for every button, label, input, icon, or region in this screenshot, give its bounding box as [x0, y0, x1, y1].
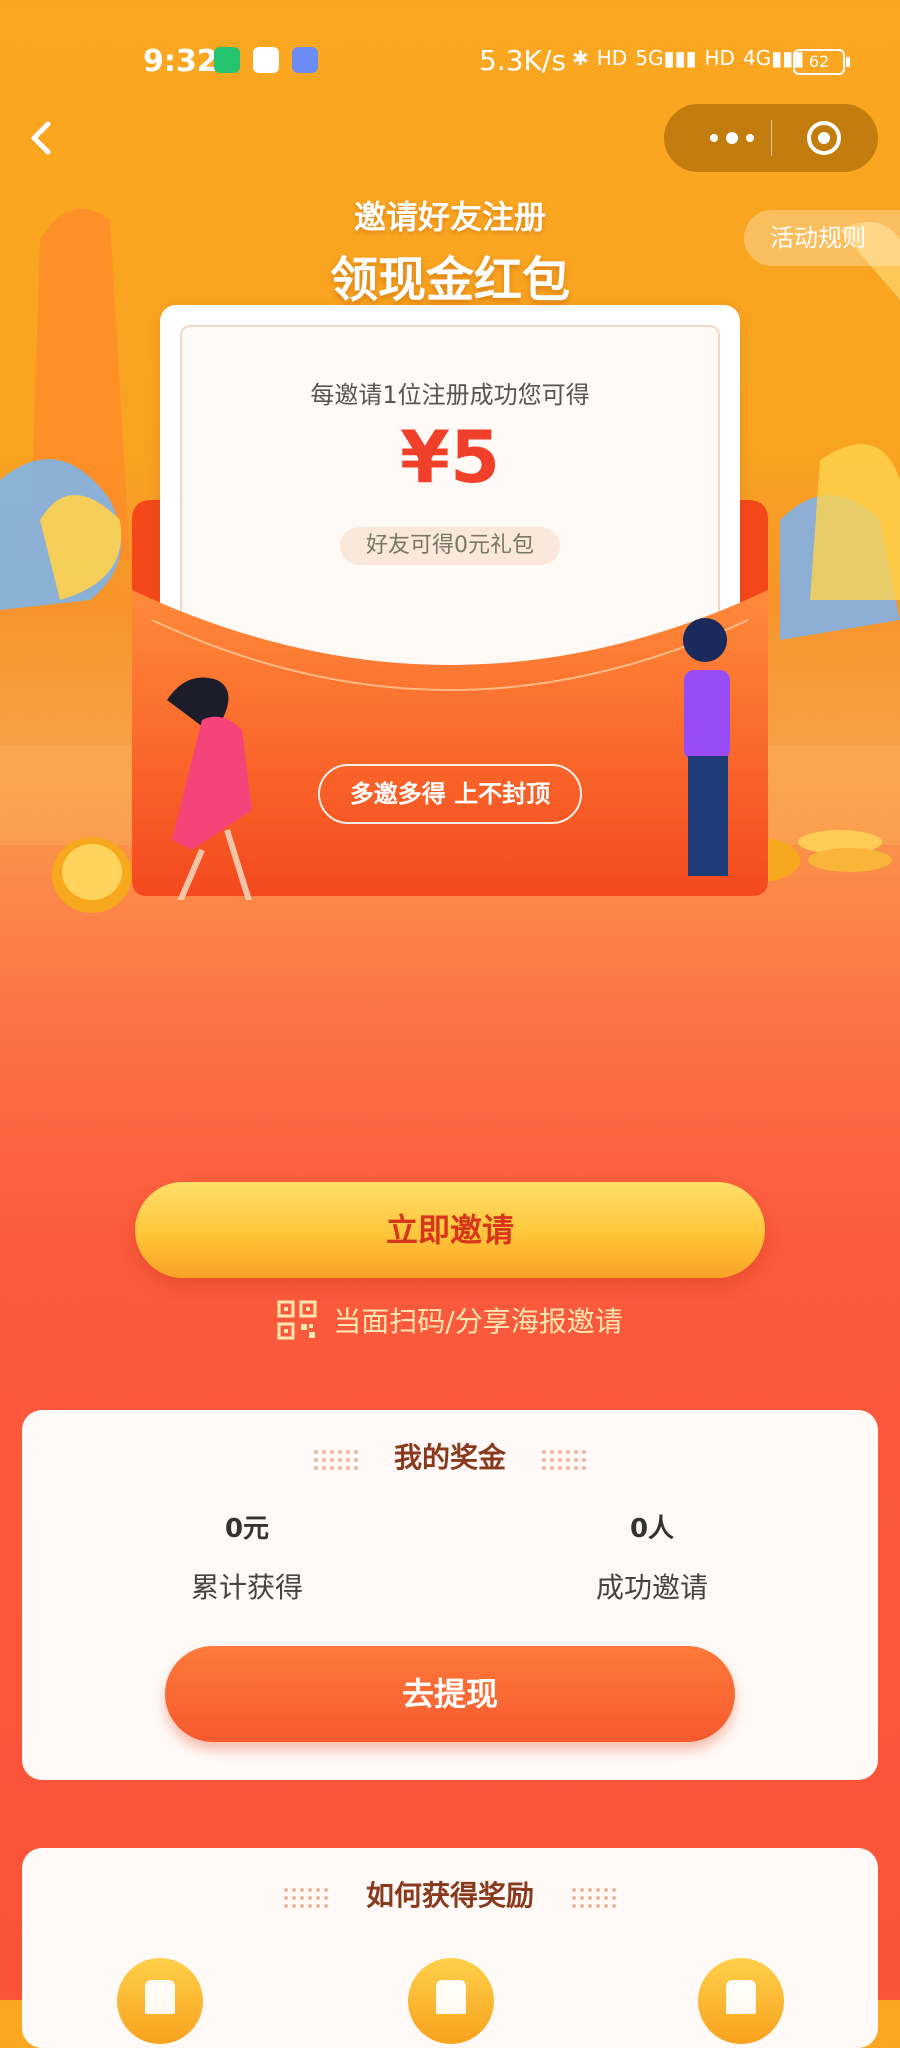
bluetooth-icon: ✱ [572, 46, 589, 70]
5g-signal-icon: 5G▮▮▮ [635, 46, 697, 70]
qr-code-icon [277, 1300, 317, 1340]
page-title-line2: 领现金红包 [329, 252, 570, 308]
successful-invites-label: 成功邀请 [595, 1571, 708, 1604]
more-dots-icon[interactable] [692, 104, 772, 172]
total-earned-label: 累计获得 [190, 1571, 303, 1604]
how-to-earn-title: 如何获得奖励 [365, 1879, 534, 1912]
app-baidu-icon [253, 47, 279, 73]
mini-program-capsule [664, 104, 878, 172]
hd-icon: HD [596, 46, 628, 70]
qr-share-link[interactable]: 当面扫码/分享海报邀请 [0, 1300, 900, 1340]
step-user-icon [117, 1958, 203, 2044]
page-title-line1: 邀请好友注册 [353, 198, 546, 236]
my-bonus-title: 我的奖金 [393, 1441, 506, 1474]
capsule-divider [771, 120, 772, 156]
decorative-dots-icon [572, 1888, 616, 1908]
decorative-dots-icon [542, 1450, 586, 1470]
reward-amount: ¥5 [399, 415, 501, 499]
battery-icon: 62 [793, 49, 850, 75]
target-circle-icon[interactable] [806, 120, 842, 156]
total-earned-value: 0元 [224, 1514, 270, 1544]
status-icons: ✱ HD 5G▮▮▮ HD 4G▮▮▮ [572, 46, 804, 70]
invite-now-button[interactable]: 立即邀请 [135, 1182, 765, 1278]
my-bonus-panel: 我的奖金 0元 累计获得 0人 成功邀请 去提现 [22, 1410, 878, 1780]
status-bar: 9:32 5.3K/s ✱ HD 5G▮▮▮ HD 4G▮▮▮ 62 [0, 0, 900, 120]
how-to-earn-panel: 如何获得奖励 [22, 1848, 878, 2048]
status-time: 9:32 [143, 44, 218, 79]
network-speed: 5.3K/s [479, 44, 566, 77]
reward-subtitle: 每邀请1位注册成功您可得 [310, 381, 590, 409]
qr-share-text: 当面扫码/分享海报邀请 [333, 1305, 623, 1338]
app-shield-icon [214, 47, 240, 73]
app-bird-icon [292, 47, 318, 73]
chevron-left-icon[interactable] [22, 118, 62, 158]
hd-icon: HD [704, 46, 735, 70]
step-document-icon [408, 1958, 494, 2044]
withdraw-button[interactable]: 去提现 [165, 1646, 735, 1742]
successful-invites-value: 0人 [629, 1514, 675, 1544]
step-money-bag-icon [698, 1958, 784, 2044]
slogan-badge: 多邀多得 上不封顶 [318, 764, 582, 824]
envelope-front [132, 590, 768, 900]
